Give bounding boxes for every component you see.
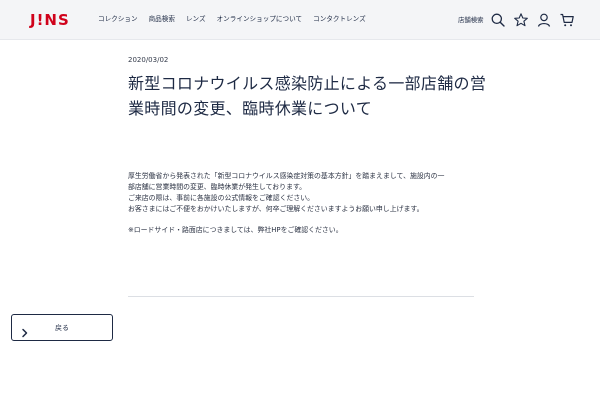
- article-paragraph: 部店舗に営業時間の変更、臨時休業が発生しております。: [128, 183, 307, 191]
- article-paragraph: 厚生労働省から発表された「新型コロナウイルス感染症対策の基本方針」を踏まえまして…: [128, 172, 445, 180]
- article-paragraph: お客さまにはご不便をおかけいたしますが、何卒ご理解くださいますようお願い申し上げ…: [128, 205, 424, 213]
- site-header: J!NS コレクション 商品検索 レンズ オンラインショップについて コンタクト…: [0, 0, 600, 40]
- nav-item-online-shop[interactable]: オンラインショップについて: [217, 13, 303, 25]
- nav-item-product-search[interactable]: 商品検索: [149, 13, 175, 25]
- user-icon[interactable]: [536, 12, 552, 28]
- nav-item-contact-lens[interactable]: コンタクトレンズ: [313, 13, 366, 25]
- back-button[interactable]: 戻る: [11, 314, 113, 341]
- store-search-link[interactable]: 店舗検索: [458, 14, 484, 26]
- jins-logo[interactable]: J!NS: [30, 12, 70, 28]
- article-date: 2020/03/02: [128, 56, 169, 64]
- article-body: 厚生労働省から発表された「新型コロナウイルス感染症対策の基本方針」を踏まえまして…: [128, 171, 478, 236]
- content-divider: [128, 296, 474, 297]
- back-button-label: 戻る: [55, 324, 69, 332]
- article-paragraph: ご来店の際は、事前に各施設の公式情報をご確認ください。: [128, 194, 315, 202]
- nav-item-lens[interactable]: レンズ: [186, 13, 206, 25]
- nav-item-collection[interactable]: コレクション: [98, 13, 138, 25]
- article-title: 新型コロナウイルス感染防止による一部店舗の営業時間の変更、臨時休業について: [128, 74, 487, 118]
- cart-icon[interactable]: [559, 12, 575, 28]
- star-icon[interactable]: [513, 12, 529, 28]
- article-note: ※ロードサイド・路面店につきましては、弊社HPをご確認ください。: [128, 226, 343, 234]
- search-icon[interactable]: [490, 12, 506, 28]
- main-nav: コレクション 商品検索 レンズ オンラインショップについて コンタクトレンズ: [98, 13, 366, 25]
